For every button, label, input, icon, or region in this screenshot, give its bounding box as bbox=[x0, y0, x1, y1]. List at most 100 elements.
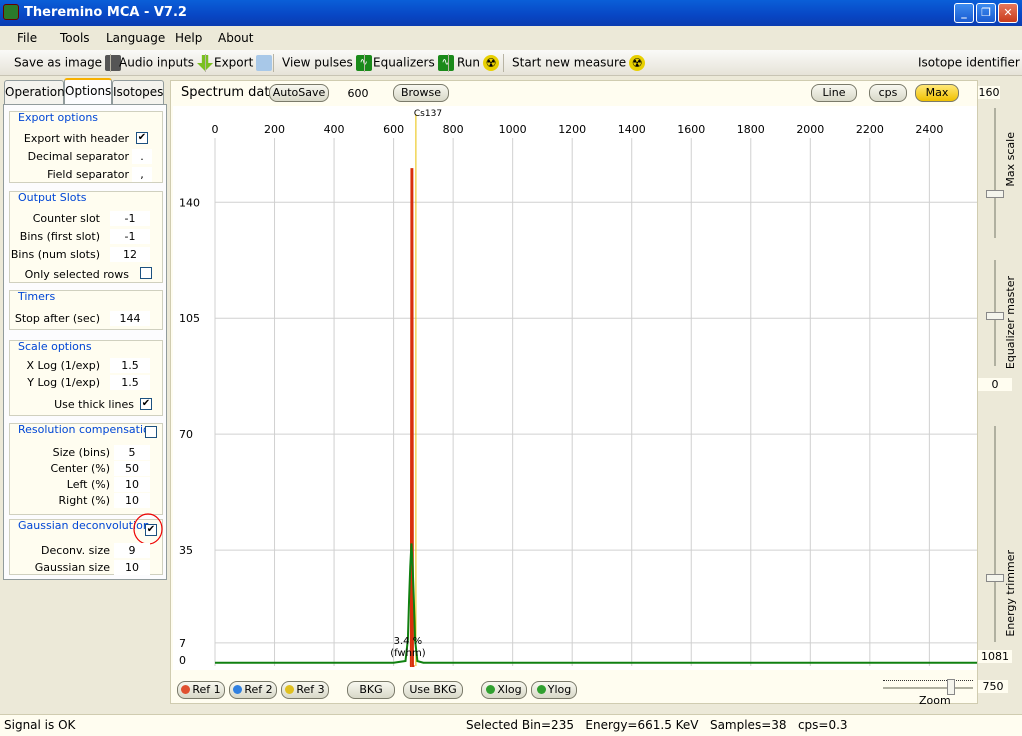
right-input[interactable]: 10 bbox=[114, 493, 150, 508]
radiation-icon: ☢ bbox=[483, 55, 500, 71]
deconv-size-input[interactable]: 9 bbox=[114, 543, 150, 558]
tab-operation[interactable]: Operation bbox=[4, 80, 65, 104]
ref1-label: Ref 1 bbox=[192, 683, 221, 696]
cps-button[interactable]: cps bbox=[869, 84, 907, 102]
y-tick-label-1: 7 bbox=[179, 637, 186, 650]
minimize-button[interactable]: _ bbox=[954, 3, 974, 23]
xlog-button[interactable]: Xlog bbox=[481, 681, 527, 699]
gaussian-size-input[interactable]: 10 bbox=[114, 560, 150, 575]
peak-label: Cs137 bbox=[414, 109, 442, 119]
zoom-slider-track[interactable] bbox=[883, 687, 973, 689]
zoom-value[interactable]: 750 bbox=[978, 680, 1008, 693]
use-bkg-button[interactable]: Use BKG bbox=[403, 681, 463, 699]
bkg-button[interactable]: BKG bbox=[347, 681, 395, 699]
field-separator-input[interactable]: , bbox=[132, 167, 152, 182]
browse-button[interactable]: Browse bbox=[393, 84, 449, 102]
xlog-label: Xlog bbox=[497, 683, 522, 696]
x-tick-label-7: 1400 bbox=[618, 123, 646, 136]
max-scale-value[interactable]: 160 bbox=[978, 86, 1000, 99]
view-pulses-label: View pulses bbox=[282, 55, 353, 70]
only-selected-checkbox[interactable] bbox=[140, 267, 152, 279]
x-tick-label-2: 400 bbox=[324, 123, 345, 136]
size-bins-input[interactable]: 5 bbox=[114, 445, 150, 460]
max-button[interactable]: Max bbox=[915, 84, 959, 102]
red-circle-annotation bbox=[133, 513, 163, 545]
bins-num-label: Bins (num slots) bbox=[10, 248, 100, 261]
line-button[interactable]: Line bbox=[811, 84, 857, 102]
size-bins-label: Size (bins) bbox=[52, 446, 110, 459]
options-tab-body: Export options Export with header ✔ Deci… bbox=[3, 104, 167, 580]
ref1-button[interactable]: Ref 1 bbox=[177, 681, 225, 699]
timers-title: Timers bbox=[18, 290, 56, 303]
xlog-input[interactable]: 1.5 bbox=[110, 358, 150, 373]
bins-first-label: Bins (first slot) bbox=[19, 230, 100, 243]
energy-trimmer-track[interactable] bbox=[994, 426, 996, 642]
x-tick-label-10: 2000 bbox=[796, 123, 824, 136]
autosave-value[interactable]: 600 bbox=[335, 87, 381, 100]
ylog-input[interactable]: 1.5 bbox=[110, 375, 150, 390]
measurement-info: Selected Bin=235 Energy=661.5 KeV Sample… bbox=[466, 718, 848, 732]
export-button[interactable]: Export bbox=[214, 55, 273, 71]
maximize-button[interactable]: ❐ bbox=[976, 3, 996, 23]
export-header-checkbox[interactable]: ✔ bbox=[136, 132, 148, 144]
zoom-slider-thumb[interactable] bbox=[947, 679, 955, 695]
menu-help[interactable]: Help bbox=[175, 31, 202, 45]
view-pulses-button[interactable]: View pulses∿ bbox=[282, 55, 372, 71]
menu-about[interactable]: About bbox=[218, 31, 253, 45]
deconv-size-label: Deconv. size bbox=[41, 544, 110, 557]
fwhm-sub-label: (fwhm) bbox=[390, 648, 426, 659]
menu-tools[interactable]: Tools bbox=[60, 31, 90, 45]
only-selected-label: Only selected rows bbox=[24, 268, 129, 281]
menu-file[interactable]: File bbox=[17, 31, 37, 45]
y-tick-label-4: 105 bbox=[179, 312, 200, 325]
export-icon bbox=[256, 55, 273, 71]
bins-first-input[interactable]: -1 bbox=[110, 229, 150, 244]
equalizer-value[interactable]: 0 bbox=[978, 378, 1012, 391]
ref2-button[interactable]: Ref 2 bbox=[229, 681, 277, 699]
ref3-button[interactable]: Ref 3 bbox=[281, 681, 329, 699]
spectrum-chart[interactable]: 0 200 400 600 800 1000 1200 1400 1600 1800 2000 220… bbox=[173, 106, 977, 670]
center-input[interactable]: 50 bbox=[114, 461, 150, 476]
equalizer-master-label: Equalizer master bbox=[1004, 276, 1017, 370]
export-options-title: Export options bbox=[18, 111, 99, 124]
tab-isotopes[interactable]: Isotopes bbox=[112, 80, 164, 104]
equalizer-thumb[interactable] bbox=[986, 312, 1004, 320]
output-slots-title: Output Slots bbox=[18, 191, 87, 204]
x-tick-label-4: 800 bbox=[443, 123, 464, 136]
resolution-checkbox[interactable] bbox=[145, 426, 157, 438]
tab-options[interactable]: Options bbox=[64, 78, 112, 104]
menu-language[interactable]: Language bbox=[106, 31, 165, 45]
autosave-button[interactable]: AutoSave bbox=[269, 84, 329, 102]
radiation-icon-2: ☢ bbox=[629, 55, 646, 71]
start-new-measure-button[interactable]: Start new measure ☢ bbox=[512, 55, 646, 71]
thick-lines-checkbox[interactable]: ✔ bbox=[140, 398, 152, 410]
ylog-button[interactable]: Ylog bbox=[531, 681, 577, 699]
max-scale-label: Max scale bbox=[1004, 132, 1017, 187]
decimal-separator-input[interactable]: . bbox=[132, 149, 152, 164]
stop-after-label: Stop after (sec) bbox=[14, 312, 100, 325]
zoom-ticks bbox=[883, 673, 973, 681]
stop-after-input[interactable]: 144 bbox=[110, 311, 150, 326]
output-slots-group: Output Slots Counter slot -1 Bins (first… bbox=[9, 191, 163, 283]
y-tick-label-0: 0 bbox=[179, 654, 186, 667]
counter-slot-input[interactable]: -1 bbox=[110, 211, 150, 226]
field-separator-label: Field separator bbox=[47, 168, 129, 181]
max-scale-track[interactable] bbox=[994, 108, 996, 238]
audio-inputs-button[interactable]: Audio inputs bbox=[119, 55, 214, 71]
start-new-measure-label: Start new measure bbox=[512, 55, 627, 70]
y-tick-label-2: 35 bbox=[179, 544, 193, 557]
close-button[interactable]: ✕ bbox=[998, 3, 1018, 23]
isotope-identifier-button[interactable]: Isotope identifier☢ bbox=[918, 55, 1022, 71]
energy-trimmer-thumb[interactable] bbox=[986, 574, 1004, 582]
save-image-button[interactable]: Save as image bbox=[14, 55, 122, 71]
equalizers-button[interactable]: Equalizers ∿ bbox=[373, 55, 454, 71]
max-scale-thumb[interactable] bbox=[986, 190, 1004, 198]
energy-value[interactable]: 1081 bbox=[978, 650, 1012, 663]
x-tick-label-0: 0 bbox=[212, 123, 219, 136]
left-input[interactable]: 10 bbox=[114, 477, 150, 492]
right-label: Right (%) bbox=[58, 494, 111, 507]
run-button[interactable]: Run ☢ bbox=[457, 55, 500, 71]
window-title: Theremino MCA - V7.2 bbox=[24, 5, 187, 20]
bins-num-input[interactable]: 12 bbox=[110, 247, 150, 262]
chart-background bbox=[173, 106, 977, 670]
